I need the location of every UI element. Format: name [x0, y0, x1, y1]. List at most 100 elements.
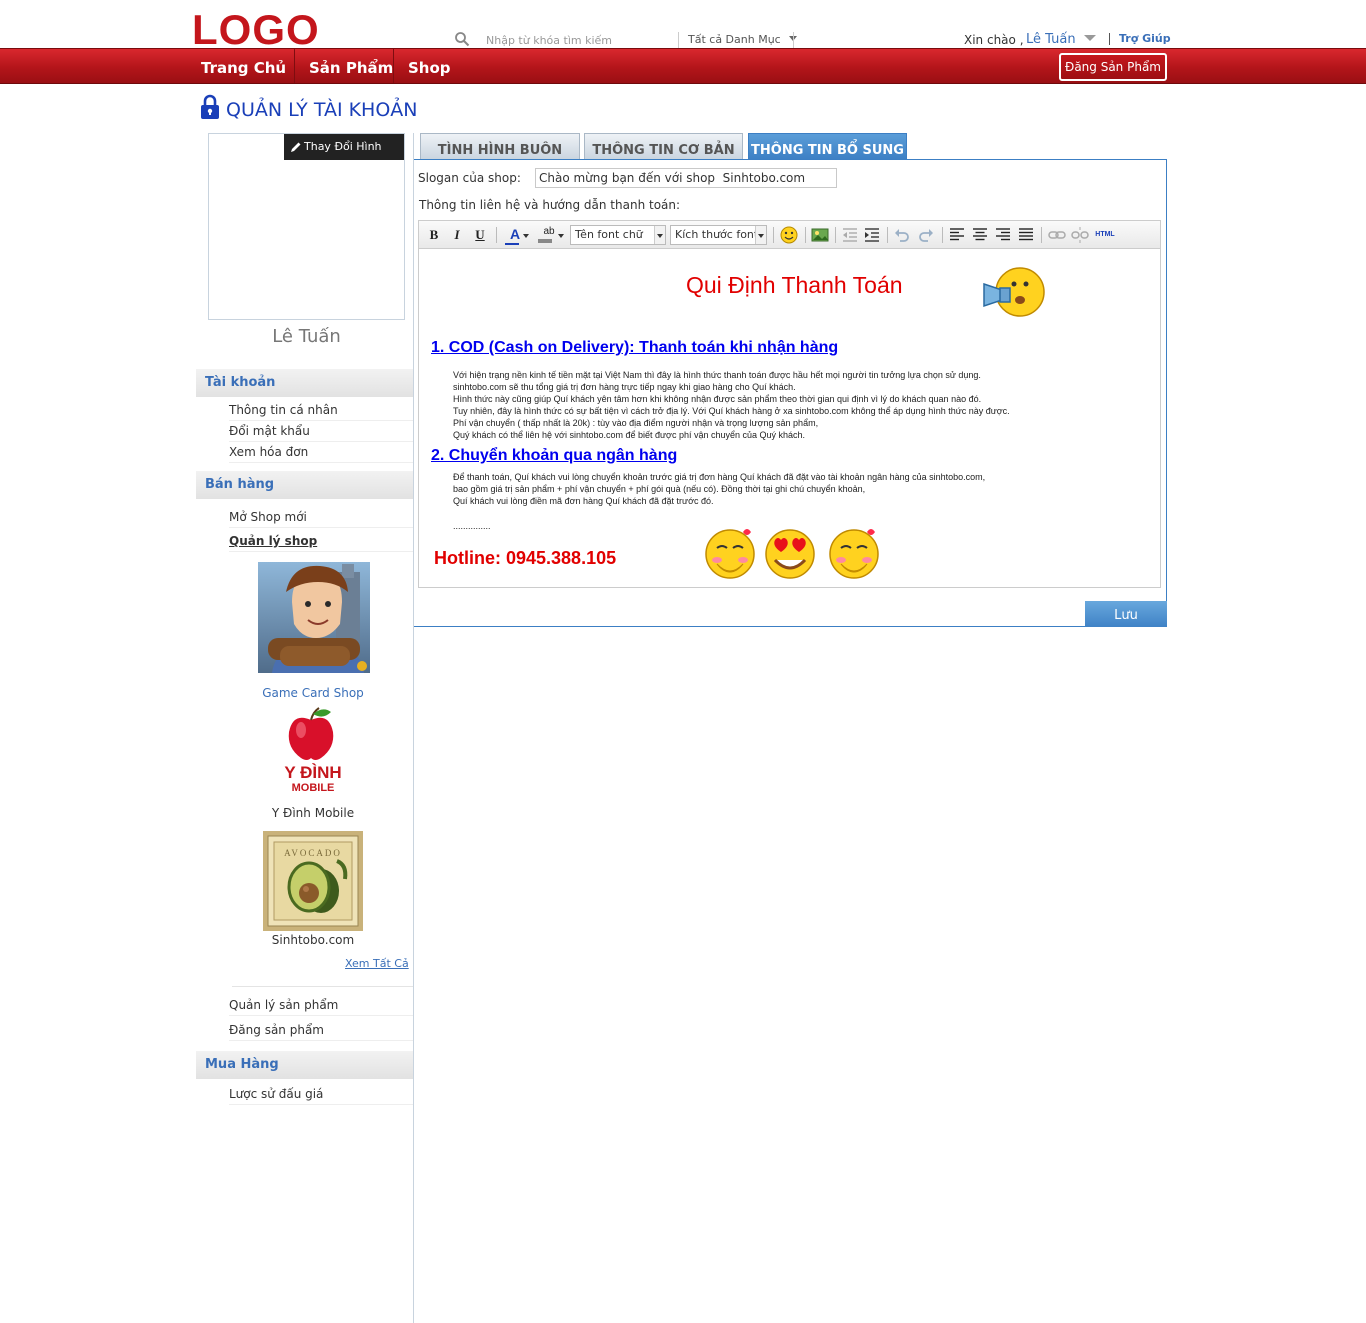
post-product-button[interactable]: Đăng Sản Phẩm: [1059, 53, 1167, 81]
avocado-logo-text: AVOCADO: [284, 848, 342, 858]
unlink-icon[interactable]: [1071, 225, 1089, 245]
user-menu[interactable]: Lê Tuấn: [1026, 32, 1096, 47]
sidebar-head-buying: Mua Hàng: [196, 1051, 413, 1079]
heart-eyes-smiley-icon: [765, 529, 815, 579]
underline-button[interactable]: U: [473, 225, 487, 245]
doc-paragraph: Quý khách có thể liên hệ với sinhtobo.co…: [453, 430, 806, 440]
toolbar-separator: [835, 227, 836, 243]
sidebar-item-change-password[interactable]: Đổi mật khẩu: [229, 421, 413, 442]
shop-thumb-sinhtobo[interactable]: AVOCADO: [263, 831, 363, 931]
toolbar-separator: [887, 227, 888, 243]
sidebar-item-invoices[interactable]: Xem hóa đơn: [229, 442, 413, 463]
greeting-text: Xin chào ,: [964, 33, 1024, 47]
bold-button[interactable]: B: [427, 225, 441, 245]
sidebar-item-post-product[interactable]: Đăng sản phẩm: [229, 1020, 413, 1041]
chevron-down-icon: [558, 234, 564, 238]
sidebar-item-manage-shop[interactable]: Quản lý shop: [229, 531, 413, 552]
editor-toolbar: B I U A ab Tên font chữ Kích thước font: [419, 221, 1160, 249]
shop-thumb-game-card[interactable]: [258, 562, 370, 673]
main-navbar: Trang Chủ Sản Phẩm Shop Đăng Sản Phẩm: [0, 48, 1366, 84]
megaphone-smiley-icon: [983, 267, 1045, 317]
doc-paragraph: Phí vận chuyển ( thấp nhất là 20k) : tùy…: [453, 418, 819, 428]
avocado-icon: [263, 831, 363, 931]
doc-paragraph: Với hiện trạng nền kinh tế tiền mặt tại …: [453, 370, 981, 380]
font-color-button[interactable]: A: [503, 225, 529, 245]
redo-icon[interactable]: [917, 225, 935, 245]
chevron-down-icon: [1083, 35, 1096, 41]
align-justify-icon[interactable]: [1017, 225, 1035, 245]
shop-name-y-dinh-mobile[interactable]: Y Đình Mobile: [208, 806, 418, 820]
tab-sales-status[interactable]: TÌNH HÌNH BUÔN BÁN: [420, 133, 580, 192]
toolbar-separator: [805, 227, 806, 243]
pencil-icon: [291, 142, 301, 152]
doc-paragraph: sinhtobo.com sẽ thu tổng giá trị đơn hàn…: [453, 382, 796, 392]
doc-heading-bank-transfer[interactable]: 2. Chuyển khoản qua ngân hàng: [431, 447, 677, 465]
editor-content[interactable]: Qui Định Thanh Toán 1. COD (Cash on Deli…: [419, 250, 1160, 587]
avatar: Thay Đổi Hình Ảnh: [208, 133, 405, 320]
doc-hotline: Hotline: 0945.388.105: [434, 548, 617, 568]
save-button[interactable]: Lưu: [1085, 601, 1167, 627]
slogan-label: Slogan của shop:: [418, 171, 521, 185]
html-source-button[interactable]: HTML: [1093, 225, 1117, 245]
sidebar-item-personal-info[interactable]: Thông tin cá nhân: [229, 400, 413, 421]
category-label: Tất cả Danh Mục: [688, 33, 781, 46]
shop-name-sinhtobo[interactable]: Sinhtobo.com: [208, 933, 418, 947]
site-logo[interactable]: LOGO: [192, 8, 320, 52]
shop-thumb-y-dinh-mobile[interactable]: Y ĐÌNH MOBILE: [265, 706, 361, 798]
italic-button[interactable]: I: [450, 225, 464, 245]
lock-icon: [201, 94, 219, 119]
doc-paragraph: Tuy nhiên, đây là hình thức có sự bất ti…: [453, 406, 1010, 416]
tab-additional-info[interactable]: THÔNG TIN BỔ SUNG: [748, 133, 907, 160]
category-dropdown[interactable]: Tất cả Danh Mục: [688, 33, 797, 46]
see-all-shops-link[interactable]: Xem Tất Cả: [345, 957, 409, 970]
highlight-button[interactable]: ab: [535, 225, 564, 245]
sidebar-item-manage-products[interactable]: Quản lý sản phẩm: [229, 995, 413, 1016]
page-title: QUẢN LÝ TÀI KHOẢN: [226, 99, 418, 121]
blushing-smiley-icon: [705, 529, 755, 579]
emoticon-icon[interactable]: [779, 225, 799, 245]
font-color-swatch: [505, 243, 519, 245]
align-right-icon[interactable]: [994, 225, 1012, 245]
blushing-smiley-icon: [829, 529, 879, 579]
apple-icon: [288, 707, 334, 760]
search-icon[interactable]: [454, 31, 470, 47]
nav-home[interactable]: Trang Chủ: [187, 49, 300, 83]
nav-shop[interactable]: Shop: [393, 49, 465, 83]
doc-paragraph: Hình thức này cũng giúp Quí khách yên tâ…: [453, 394, 982, 404]
align-left-icon[interactable]: [948, 225, 966, 245]
profile-name: Lê Tuấn: [272, 326, 341, 347]
doc-paragraph: Để thanh toán, Quí khách vui lòng chuyển…: [453, 472, 986, 482]
doc-paragraph: bao gồm giá trị sản phẩm + phí vận chuyể…: [453, 484, 866, 494]
chevron-down-icon: [654, 226, 665, 244]
font-name-select[interactable]: Tên font chữ: [570, 225, 666, 245]
rich-text-editor: B I U A ab Tên font chữ Kích thước font: [418, 220, 1161, 588]
toolbar-separator: [496, 227, 497, 243]
undo-icon[interactable]: [893, 225, 911, 245]
shop-name-game-card[interactable]: Game Card Shop: [208, 686, 418, 700]
help-link[interactable]: Trợ Giúp: [1119, 32, 1171, 45]
help-divider: [1109, 33, 1110, 45]
nav-products[interactable]: Sản Phẩm: [294, 49, 407, 83]
sidebar-item-open-shop[interactable]: Mở Shop mới: [229, 507, 413, 528]
insert-image-icon[interactable]: [811, 225, 829, 245]
change-photo-button[interactable]: Thay Đổi Hình Ảnh: [284, 134, 404, 179]
change-photo-label: Thay Đổi Hình Ảnh: [304, 140, 382, 179]
category-divider: [793, 32, 794, 49]
toolbar-separator: [773, 227, 774, 243]
font-name-value: Tên font chữ: [575, 228, 643, 241]
align-center-icon[interactable]: [971, 225, 989, 245]
sidebar-item-auction-history[interactable]: Lược sử đấu giá: [229, 1084, 413, 1105]
font-color-icon: A: [509, 226, 521, 242]
outdent-icon[interactable]: [841, 225, 859, 245]
doc-paragraph: Quí khách vui lòng điền mã đơn hàng Quí …: [453, 496, 714, 506]
sidebar-head-sales: Bán hàng: [196, 471, 413, 499]
tab-basic-info[interactable]: THÔNG TIN CƠ BẢN: [584, 133, 743, 160]
link-icon[interactable]: [1048, 225, 1066, 245]
slogan-input[interactable]: [535, 168, 837, 188]
font-size-select[interactable]: Kích thước font: [670, 225, 767, 245]
contact-info-label: Thông tin liên hệ và hướng dẫn thanh toá…: [419, 198, 681, 212]
doc-heading-cod[interactable]: 1. COD (Cash on Delivery): Thanh toán kh…: [431, 339, 838, 357]
username-link: Lê Tuấn: [1026, 32, 1076, 47]
indent-icon[interactable]: [863, 225, 881, 245]
shops-divider: [232, 986, 413, 987]
